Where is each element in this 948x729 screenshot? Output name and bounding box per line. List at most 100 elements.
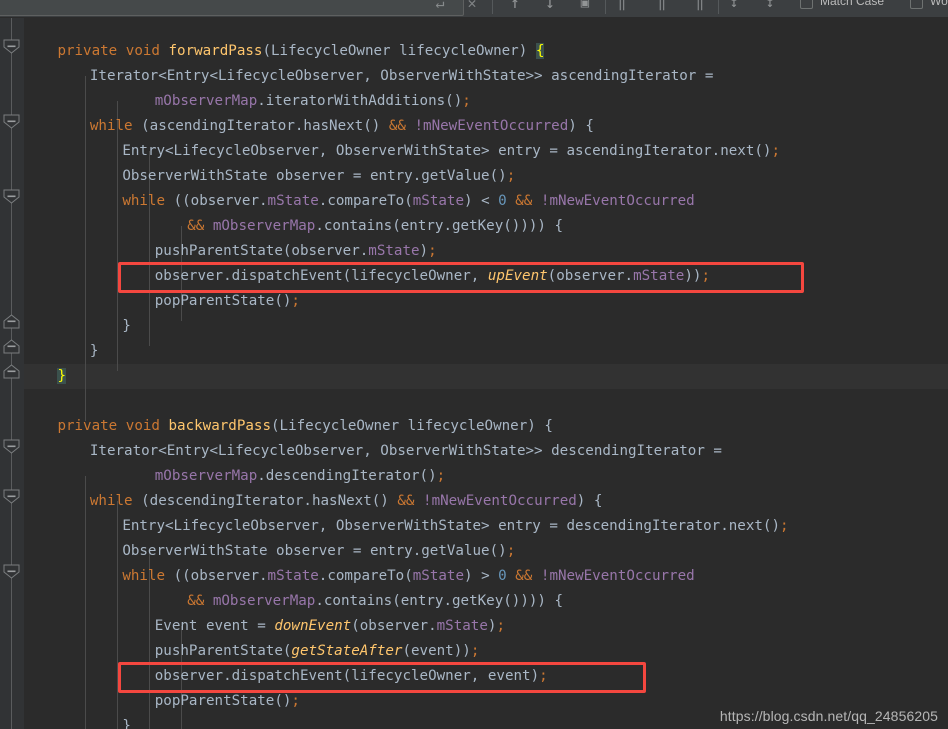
- more-options-icon[interactable]: ↧: [760, 0, 780, 13]
- code-token: pushParentState(: [154, 643, 292, 659]
- code-line[interactable]: while (descendingIterator.hasNext() && !…: [90, 489, 603, 514]
- code-line[interactable]: Entry<LifecycleObserver, ObserverWithSta…: [122, 139, 780, 164]
- filter-icon[interactable]: ‖: [612, 0, 632, 13]
- code-line[interactable]: pushParentState(observer.mState);: [155, 239, 437, 264]
- fold-end-icon[interactable]: [3, 364, 20, 379]
- code-line[interactable]: popParentState();: [155, 689, 300, 714]
- code-token: .contains(entry.getKey()))) {: [315, 593, 564, 609]
- code-token: }: [57, 368, 66, 384]
- code-line[interactable]: while ((observer.mState.compareTo(mState…: [122, 189, 694, 214]
- code-line[interactable]: }: [90, 339, 99, 364]
- code-token: &&: [515, 568, 533, 584]
- code-token: (: [262, 43, 272, 59]
- code-line[interactable]: }: [122, 714, 131, 729]
- code-token: Iterator<Entry<LifecycleObserver, Observ…: [89, 68, 714, 84]
- code-token: ;: [462, 93, 471, 109]
- fold-start-icon[interactable]: [3, 189, 20, 204]
- code-line[interactable]: && mObserverMap.contains(entry.getKey())…: [187, 589, 563, 614]
- fold-start-icon[interactable]: [3, 39, 20, 54]
- fold-start-icon[interactable]: [3, 439, 20, 454]
- code-token: (observer.: [351, 618, 437, 634]
- code-line[interactable]: while ((observer.mState.compareTo(mState…: [122, 564, 694, 589]
- new-line-icon[interactable]: ↧: [724, 0, 744, 13]
- code-token: (observer.: [547, 268, 634, 284]
- code-token: ) >: [464, 568, 499, 584]
- code-token: &&: [187, 218, 205, 234]
- close-icon[interactable]: ✕: [462, 0, 482, 13]
- code-content[interactable]: private void forwardPass(LifecycleOwner …: [24, 18, 948, 729]
- code-line[interactable]: ObserverWithState observer = entry.getVa…: [122, 539, 515, 564]
- code-token: mState: [267, 568, 319, 584]
- code-line[interactable]: observer.dispatchEvent(lifecycleOwner, u…: [155, 264, 710, 289]
- code-line[interactable]: popParentState();: [155, 289, 300, 314]
- indent-guide: [85, 476, 86, 729]
- code-line[interactable]: private void forwardPass(LifecycleOwner …: [57, 39, 545, 64]
- code-token: ;: [780, 518, 789, 534]
- code-token: (descendingIterator.hasNext(): [132, 493, 398, 509]
- code-line[interactable]: Iterator<Entry<LifecycleObserver, Observ…: [90, 64, 714, 89]
- search-input[interactable]: [0, 0, 464, 16]
- code-token: ;: [291, 693, 300, 709]
- fold-start-icon[interactable]: [3, 114, 20, 129]
- code-line[interactable]: while (ascendingIterator.hasNext() && !m…: [90, 114, 594, 139]
- code-line[interactable]: Entry<LifecycleObserver, ObserverWithSta…: [122, 514, 788, 539]
- match-case-checkbox[interactable]: [800, 0, 813, 9]
- code-token: while: [89, 493, 133, 509]
- words-checkbox[interactable]: [910, 0, 923, 9]
- code-line[interactable]: mObserverMap.iteratorWithAdditions();: [155, 89, 471, 114]
- previous-occurrence-icon[interactable]: ↑: [505, 0, 525, 13]
- code-line[interactable]: observer.dispatchEvent(lifecycleOwner, e…: [155, 664, 548, 689]
- fold-start-icon[interactable]: [3, 489, 20, 504]
- fold-end-icon[interactable]: [3, 339, 20, 354]
- exclude-icon[interactable]: ‖: [690, 0, 710, 13]
- code-token: &&: [515, 193, 533, 209]
- code-token: ;: [436, 468, 446, 484]
- code-token: ObserverWithState observer = entry.getVa…: [122, 168, 507, 184]
- code-line[interactable]: mObserverMap.descendingIterator();: [155, 464, 445, 489]
- select-all-occurrences-icon[interactable]: ▣: [575, 0, 595, 13]
- code-token: ;: [428, 243, 437, 259]
- code-line[interactable]: }: [57, 364, 66, 389]
- code-token: Entry<LifecycleObserver, ObserverWithSta…: [122, 518, 781, 534]
- fold-start-icon[interactable]: [3, 564, 20, 579]
- find-in-selection-icon[interactable]: ‖: [652, 0, 672, 13]
- code-token: !mNewEventOccurred: [540, 568, 695, 584]
- code-line[interactable]: pushParentState(getStateAfter(event));: [155, 639, 480, 664]
- code-token: Iterator<Entry<LifecycleObserver, Observ…: [89, 443, 722, 459]
- code-token: ((observer.: [165, 193, 268, 209]
- code-token: mState: [412, 193, 464, 209]
- code-token: popParentState(): [154, 293, 292, 309]
- code-token: (ascendingIterator.hasNext(): [132, 118, 389, 134]
- code-token: &&: [397, 493, 415, 509]
- code-token: downEvent: [274, 618, 352, 634]
- code-line[interactable]: private void backwardPass(LifecycleOwner…: [57, 414, 552, 439]
- code-token: pushParentState(observer.: [154, 243, 369, 259]
- next-occurrence-icon[interactable]: ↓: [540, 0, 560, 13]
- editor-gutter[interactable]: [0, 18, 24, 729]
- code-token: .descendingIterator(): [257, 468, 437, 484]
- code-line[interactable]: }: [122, 314, 131, 339]
- code-token: mState: [368, 243, 420, 259]
- code-token: while: [89, 118, 133, 134]
- code-token: mObserverMap: [154, 93, 258, 109]
- code-token: 0: [498, 568, 507, 584]
- indent-guide: [85, 76, 86, 421]
- code-token: void: [125, 43, 160, 59]
- code-line[interactable]: Iterator<Entry<LifecycleObserver, Observ…: [90, 439, 722, 464]
- code-line[interactable]: ObserverWithState observer = entry.getVa…: [122, 164, 515, 189]
- code-token: private: [57, 418, 118, 434]
- code-editor[interactable]: private void forwardPass(LifecycleOwner …: [0, 18, 948, 729]
- code-line[interactable]: Event event = downEvent(observer.mState)…: [155, 614, 505, 639]
- code-token: ;: [470, 643, 480, 659]
- code-token: forwardPass: [168, 43, 263, 59]
- fold-end-icon[interactable]: [3, 314, 20, 329]
- watermark-text: https://blog.csdn.net/qq_24856205: [719, 708, 938, 724]
- code-line[interactable]: && mObserverMap.contains(entry.getKey())…: [187, 214, 563, 239]
- code-token: !mNewEventOccurred: [540, 193, 695, 209]
- search-history-icon[interactable]: ↵: [430, 0, 450, 13]
- code-token: popParentState(): [154, 693, 292, 709]
